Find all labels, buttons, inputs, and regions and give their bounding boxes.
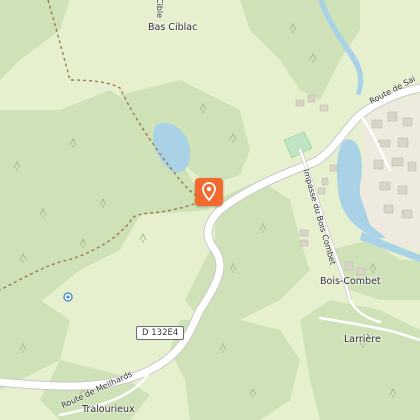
map-view[interactable]: Bas Ciblac Bois-Combet Larrière Tralouri… [0,0,420,420]
road-number-badge: D 132E4 [136,326,185,340]
location-marker[interactable] [195,178,223,206]
place-label-bois-combet: Bois-Combet [320,276,381,287]
location-pin-icon [202,182,216,202]
road-label-top-partial: Cible [155,0,164,19]
place-label-larriere: Larrière [344,334,381,345]
place-label-tralourieux: Tralourieux [82,404,135,415]
poi-circle-dot [66,295,70,299]
map-canvas [0,0,420,420]
place-label-bas-ciblac: Bas Ciblac [148,22,198,33]
